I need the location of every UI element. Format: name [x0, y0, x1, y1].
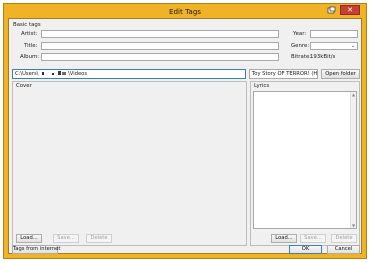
album-field[interactable] — [41, 53, 279, 61]
scroll-up-icon[interactable]: ▲ — [351, 92, 356, 97]
file-path-field[interactable]: C:\Users\ \Videos — [12, 69, 246, 79]
title-bar[interactable]: Edit Tags ✕ — [4, 4, 366, 18]
lyrics-load-button[interactable]: Load... — [271, 234, 297, 243]
lyrics-delete-button[interactable]: Delete — [331, 234, 357, 243]
album-input[interactable] — [42, 54, 278, 60]
lyrics-textarea[interactable]: ▲ ▼ — [253, 91, 357, 229]
artist-input[interactable] — [42, 31, 278, 37]
edit-tags-window: Edit Tags ✕ Basic tags Artist: Title: Al… — [3, 3, 367, 259]
cover-label: Cover — [16, 83, 32, 89]
cancel-button[interactable]: Cancel — [327, 245, 360, 254]
artist-label: Artist: — [21, 31, 38, 37]
scroll-down-icon[interactable]: ▼ — [351, 223, 356, 228]
lyrics-panel: Lyrics ▲ ▼ Load... Save... Delete — [250, 81, 360, 246]
dialog-body: Basic tags Artist: Title: Album: Year: G… — [8, 18, 362, 254]
path-suffix: \Videos — [68, 71, 88, 77]
genre-label: Genre: — [291, 43, 310, 49]
chevron-down-icon[interactable]: ⌄ — [350, 44, 356, 49]
file-path-value[interactable]: C:\Users\ \Videos — [13, 70, 245, 78]
tags-from-internet-button[interactable]: Tags from internet — [12, 245, 60, 254]
album-label: Album: — [20, 54, 40, 60]
ok-button[interactable]: OK — [289, 245, 322, 254]
file-name-value[interactable]: Toy Story OF TERROR! (HD 720 — [250, 70, 317, 78]
title-input[interactable] — [42, 43, 278, 49]
lyrics-label: Lyrics — [254, 83, 270, 89]
lyrics-save-button[interactable]: Save... — [300, 234, 326, 243]
path-prefix: C:\Users\ — [15, 71, 39, 77]
close-icon: ✕ — [347, 6, 353, 14]
bitrate-value: 193kBit/s — [310, 54, 336, 60]
year-input[interactable] — [311, 31, 357, 37]
window-title: Edit Tags — [168, 7, 202, 16]
year-label: Year: — [293, 31, 307, 37]
close-button[interactable]: ✕ — [340, 5, 360, 15]
file-name-field[interactable]: Toy Story OF TERROR! (HD 720 — [249, 69, 318, 79]
open-folder-button[interactable]: Open folder — [321, 69, 360, 79]
cover-panel: Cover Load... Save... Delete — [12, 81, 247, 246]
year-field[interactable] — [310, 30, 358, 38]
title-field[interactable] — [41, 42, 279, 50]
basic-tags-group-label: Basic tags — [13, 22, 41, 28]
title-label: Title: — [24, 43, 38, 49]
cover-save-button[interactable]: Save... — [53, 234, 79, 243]
bitrate-label: Bitrate: — [291, 54, 312, 60]
lyrics-scrollbar[interactable]: ▲ ▼ — [350, 92, 356, 228]
genre-select[interactable]: ⌄ — [310, 42, 358, 50]
settings-icon[interactable] — [327, 6, 336, 15]
cover-load-button[interactable]: Load... — [16, 234, 42, 243]
redacted-username — [40, 71, 68, 76]
cover-delete-button[interactable]: Delete — [86, 234, 112, 243]
artist-field[interactable] — [41, 30, 279, 38]
